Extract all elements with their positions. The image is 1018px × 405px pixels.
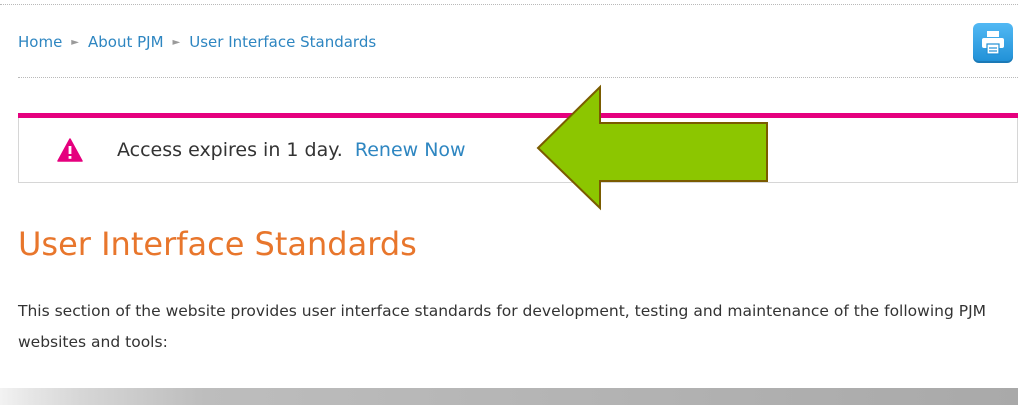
printer-icon (982, 31, 1004, 55)
print-button[interactable] (973, 23, 1013, 63)
bottom-banner-edge (0, 388, 1018, 405)
triangle-right-icon: ► (71, 36, 79, 48)
arrow-left-icon (536, 84, 768, 211)
breadcrumb-about-pjm[interactable]: About PJM (88, 33, 164, 51)
breadcrumb-user-interface-standards[interactable]: User Interface Standards (189, 33, 376, 51)
breadcrumb-divider (18, 77, 1018, 78)
alert-message: Access expires in 1 day. Renew Now (117, 139, 466, 161)
top-divider (0, 4, 1018, 5)
intro-paragraph: This section of the website provides use… (18, 302, 987, 351)
renew-now-link[interactable]: Renew Now (355, 139, 466, 161)
alert-message-text: Access expires in 1 day. (117, 139, 343, 161)
breadcrumb: Home ► About PJM ► User Interface Standa… (18, 33, 376, 51)
page: Home ► About PJM ► User Interface Standa… (0, 0, 1018, 405)
access-expiry-alert: Access expires in 1 day. Renew Now (18, 118, 1018, 183)
page-title: User Interface Standards (18, 225, 417, 263)
triangle-right-icon: ► (172, 36, 181, 48)
breadcrumb-home[interactable]: Home (18, 33, 62, 51)
warning-triangle-icon (57, 138, 83, 162)
